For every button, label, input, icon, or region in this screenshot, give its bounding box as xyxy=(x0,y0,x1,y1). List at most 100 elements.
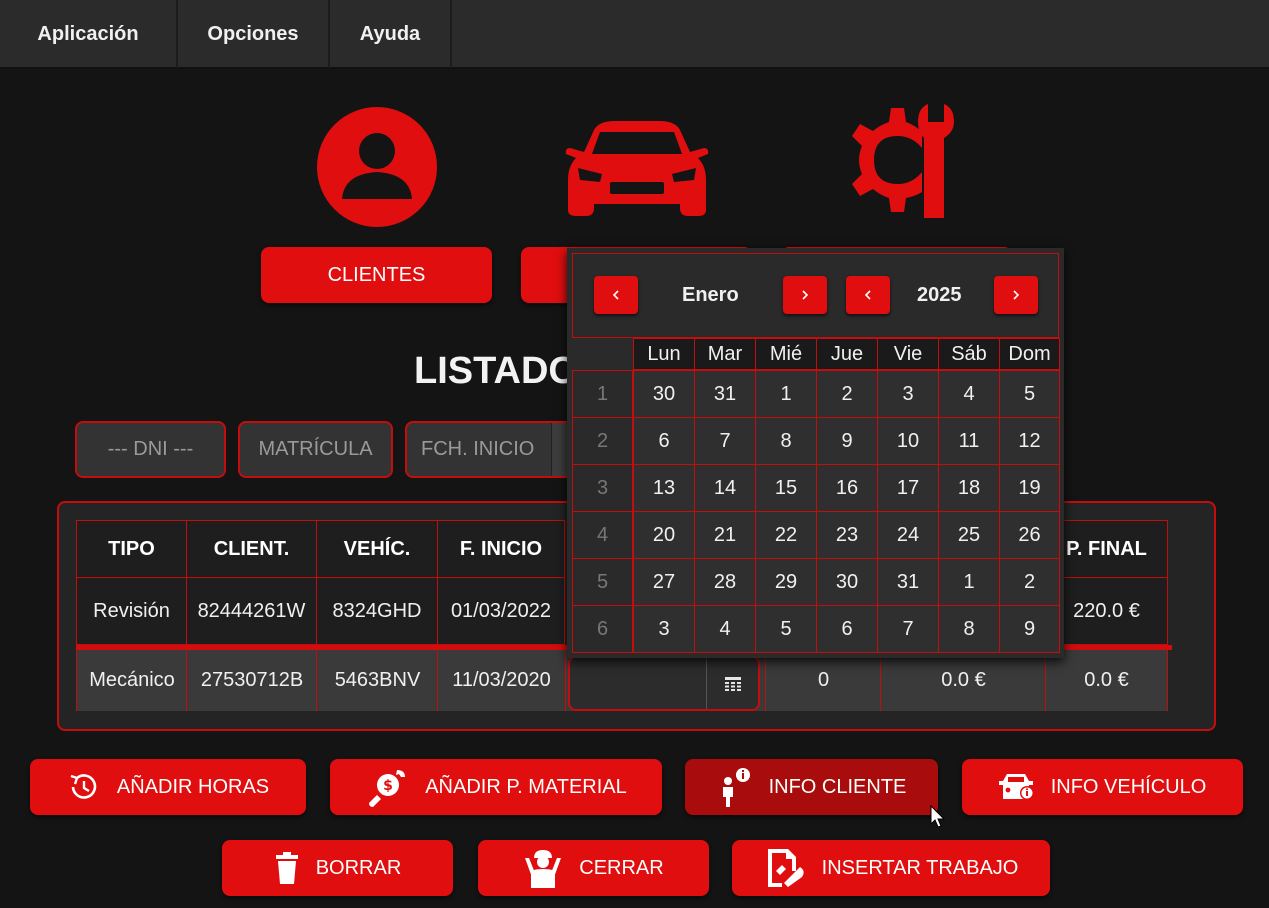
calendar-day[interactable]: 6 xyxy=(816,605,878,653)
calendar-day[interactable]: 12 xyxy=(999,417,1060,465)
calendar-day[interactable]: 9 xyxy=(816,417,878,465)
calendar-day[interactable]: 13 xyxy=(633,464,695,512)
close-job-label: CERRAR xyxy=(579,856,664,879)
prev-month-button[interactable] xyxy=(594,276,638,314)
dni-filter-input[interactable]: --- DNI --- xyxy=(75,421,226,478)
client-info-button[interactable]: INFO CLIENTE xyxy=(685,759,938,815)
trash-icon xyxy=(275,852,298,884)
calendar-day[interactable]: 19 xyxy=(999,464,1060,512)
calendar-day[interactable]: 5 xyxy=(755,605,817,653)
calendar-day[interactable]: 3 xyxy=(877,370,939,418)
calendar-day[interactable]: 26 xyxy=(999,511,1060,559)
table-cell[interactable]: 0.0 € xyxy=(880,650,1046,711)
matricula-filter-input[interactable]: MATRÍCULA xyxy=(238,421,393,478)
header-f-inicio[interactable]: F. INICIO xyxy=(437,520,565,578)
header-cliente[interactable]: CLIENT. xyxy=(186,520,317,578)
calendar-day[interactable]: 7 xyxy=(694,417,756,465)
end-date-calendar-button[interactable] xyxy=(706,658,758,709)
clock-history-icon xyxy=(70,774,97,799)
table-cell[interactable]: Revisión xyxy=(76,577,187,645)
calendar-day-name: Mar xyxy=(694,338,756,370)
table-cell[interactable]: 8324GHD xyxy=(316,577,438,645)
calendar-day-name: Sáb xyxy=(938,338,1000,370)
calendar-week-number: 1 xyxy=(572,370,633,418)
close-job-button[interactable]: CERRAR xyxy=(478,840,709,896)
calendar-day[interactable]: 10 xyxy=(877,417,939,465)
table-cell[interactable]: 5463BNV xyxy=(316,650,438,711)
calendar-day[interactable]: 30 xyxy=(633,370,695,418)
calendar-day[interactable]: 4 xyxy=(938,370,1000,418)
calendar-day[interactable]: 21 xyxy=(694,511,756,559)
calendar-week-number: 4 xyxy=(572,511,633,559)
end-date-picker[interactable] xyxy=(568,656,760,711)
chevron-right-icon xyxy=(1013,290,1020,300)
header-tipo[interactable]: TIPO xyxy=(76,520,187,578)
tools-icon[interactable] xyxy=(836,98,960,222)
calendar-icon xyxy=(724,676,741,691)
calendar-day[interactable]: 5 xyxy=(999,370,1060,418)
vehicle-info-button[interactable]: INFO VEHÍCULO xyxy=(962,759,1243,815)
menu-aplicacion[interactable]: Aplicación xyxy=(0,0,178,68)
calendar-day[interactable]: 7 xyxy=(877,605,939,653)
chevron-right-icon xyxy=(802,290,809,300)
fch-inicio-label: FCH. INICIO xyxy=(421,438,535,460)
calendar-day[interactable]: 9 xyxy=(999,605,1060,653)
table-cell[interactable]: 0.0 € xyxy=(1045,650,1168,711)
prev-year-button[interactable] xyxy=(846,276,890,314)
calendar-day[interactable]: 8 xyxy=(938,605,1000,653)
calendar-day[interactable]: 22 xyxy=(755,511,817,559)
client-info-label: INFO CLIENTE xyxy=(768,775,907,798)
chevron-left-icon xyxy=(612,290,619,300)
clientes-button[interactable]: CLIENTES xyxy=(261,247,492,303)
calendar-day[interactable]: 1 xyxy=(938,558,1000,606)
menu-opciones[interactable]: Opciones xyxy=(178,0,330,68)
calendar-day[interactable]: 27 xyxy=(633,558,695,606)
table-cell[interactable]: 27530712B xyxy=(186,650,317,711)
next-year-button[interactable] xyxy=(994,276,1038,314)
document-wrench-icon xyxy=(767,849,804,887)
calendar-day-name: Jue xyxy=(816,338,878,370)
calendar-day[interactable]: 14 xyxy=(694,464,756,512)
calendar-day[interactable]: 16 xyxy=(816,464,878,512)
calendar-day[interactable]: 1 xyxy=(755,370,817,418)
calendar-day[interactable]: 8 xyxy=(755,417,817,465)
calendar-day[interactable]: 31 xyxy=(694,370,756,418)
calendar-day[interactable]: 23 xyxy=(816,511,878,559)
calendar-day[interactable]: 24 xyxy=(877,511,939,559)
fch-inicio-filter-input[interactable]: FCH. INICIO xyxy=(405,421,575,478)
calendar-day[interactable]: 3 xyxy=(633,605,695,653)
add-hours-button[interactable]: AÑADIR HORAS xyxy=(30,759,306,815)
calendar-day[interactable]: 4 xyxy=(694,605,756,653)
table-cell[interactable]: 11/03/2020 xyxy=(437,650,565,711)
mechanic-icon xyxy=(525,850,562,888)
next-month-button[interactable] xyxy=(783,276,827,314)
calendar-day[interactable]: 25 xyxy=(938,511,1000,559)
calendar-day[interactable]: 20 xyxy=(633,511,695,559)
calendar-day[interactable]: 15 xyxy=(755,464,817,512)
table-cell[interactable]: 82444261W xyxy=(186,577,317,645)
calendar-day[interactable]: 17 xyxy=(877,464,939,512)
calendar-day[interactable]: 11 xyxy=(938,417,1000,465)
calendar-day[interactable]: 18 xyxy=(938,464,1000,512)
menu-ayuda[interactable]: Ayuda xyxy=(330,0,452,68)
header-vehiculo[interactable]: VEHÍC. xyxy=(316,520,438,578)
delete-button[interactable]: BORRAR xyxy=(222,840,453,896)
calendar-day[interactable]: 29 xyxy=(755,558,817,606)
add-material-button[interactable]: $ AÑADIR P. MATERIAL xyxy=(330,759,662,815)
client-icon[interactable] xyxy=(316,106,438,228)
insert-job-label: INSERTAR TRABAJO xyxy=(821,856,1019,879)
calendar-day[interactable]: 28 xyxy=(694,558,756,606)
calendar-day[interactable]: 2 xyxy=(999,558,1060,606)
vehicle-icon[interactable] xyxy=(564,118,710,218)
table-cell[interactable]: Mecánico xyxy=(76,650,187,711)
calendar-week-number: 5 xyxy=(572,558,633,606)
table-cell[interactable]: 01/03/2022 xyxy=(437,577,565,645)
calendar-popup: Enero 2025 Lun Mar Mié Jue Vie Sáb Dom 1 30 31 1 2 3… xyxy=(567,248,1064,658)
insert-job-button[interactable]: INSERTAR TRABAJO xyxy=(732,840,1050,896)
calendar-month: Enero xyxy=(682,284,739,306)
calendar-day[interactable]: 6 xyxy=(633,417,695,465)
table-cell[interactable]: 0 xyxy=(765,650,881,711)
calendar-day[interactable]: 30 xyxy=(816,558,878,606)
calendar-day[interactable]: 2 xyxy=(816,370,878,418)
calendar-day[interactable]: 31 xyxy=(877,558,939,606)
